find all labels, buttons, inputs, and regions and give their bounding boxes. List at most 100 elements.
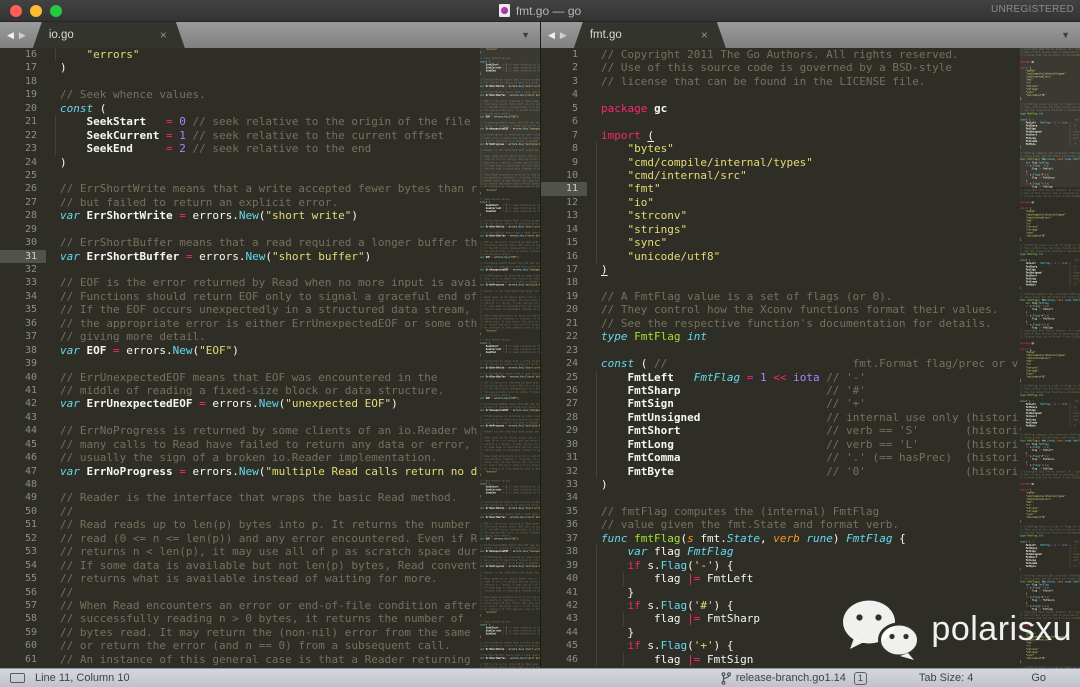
code-line[interactable]: 20// They control how the Xconv function… bbox=[541, 303, 1018, 316]
minimize-window-button[interactable] bbox=[30, 5, 42, 17]
code-line[interactable]: 5package gc bbox=[541, 102, 1018, 115]
code-line[interactable]: 57// When Read encounters an error or en… bbox=[0, 599, 478, 612]
minimap-viewport[interactable] bbox=[1020, 48, 1080, 187]
code-line[interactable]: 12 "io" bbox=[541, 196, 1018, 209]
code-line[interactable]: 39 bbox=[0, 357, 478, 370]
panel-toggle-icon[interactable] bbox=[10, 673, 25, 683]
close-tab-icon[interactable]: × bbox=[701, 29, 708, 41]
code-line[interactable]: 34 bbox=[541, 491, 1018, 504]
code-line[interactable]: 13 "strconv" bbox=[541, 209, 1018, 222]
code-line[interactable]: 27// but failed to return an explicit er… bbox=[0, 196, 478, 209]
code-line[interactable]: 1// Copyright 2011 The Go Authors. All r… bbox=[541, 48, 1018, 61]
code-line[interactable]: 28 FmtUnsigned // internal use only (his… bbox=[541, 411, 1018, 424]
zoom-window-button[interactable] bbox=[50, 5, 62, 17]
code-line[interactable]: 29 bbox=[0, 223, 478, 236]
code-line[interactable]: 38var EOF = errors.New("EOF") bbox=[0, 344, 478, 357]
code-area[interactable]: 16 "errors"17)1819// Seek whence values.… bbox=[0, 48, 478, 668]
code-line[interactable]: 48 bbox=[0, 478, 478, 491]
tab-io-go[interactable]: io.go × bbox=[33, 22, 185, 48]
code-line[interactable]: 2// Use of this source code is governed … bbox=[541, 61, 1018, 74]
code-line[interactable]: 4 bbox=[541, 88, 1018, 101]
nav-forward-icon[interactable]: ▶ bbox=[19, 30, 26, 41]
code-line[interactable]: 8 "bytes" bbox=[541, 142, 1018, 155]
code-line[interactable]: 37func fmtFlag(s fmt.State, verb rune) F… bbox=[541, 532, 1018, 545]
code-line[interactable]: 37// giving more detail. bbox=[0, 330, 478, 343]
code-line[interactable]: 15 "sync" bbox=[541, 236, 1018, 249]
code-line[interactable]: 30 FmtLong // verb == 'L' (historic: l f… bbox=[541, 438, 1018, 451]
code-line[interactable]: 39 if s.Flag('-') { bbox=[541, 559, 1018, 572]
code-line[interactable]: 25 FmtLeft FmtFlag = 1 << iota // '-' bbox=[541, 371, 1018, 384]
code-line[interactable]: 23 SeekEnd = 2 // seek relative to the e… bbox=[0, 142, 478, 155]
code-line[interactable]: 25 bbox=[0, 169, 478, 182]
code-line[interactable]: 19// A FmtFlag value is a set of flags (… bbox=[541, 290, 1018, 303]
minimap-viewport[interactable] bbox=[480, 48, 540, 187]
code-line[interactable]: 60// or return the error (and n == 0) fr… bbox=[0, 639, 478, 652]
code-line[interactable]: 42 if s.Flag('#') { bbox=[541, 599, 1018, 612]
tab-size-indicator[interactable]: Tab Size: 4 bbox=[919, 672, 973, 684]
code-line[interactable]: 54// If some data is available but not l… bbox=[0, 559, 478, 572]
code-line[interactable]: 33// EOF is the error returned by Read w… bbox=[0, 276, 478, 289]
code-line[interactable]: 32 bbox=[0, 263, 478, 276]
code-line[interactable]: 45 if s.Flag('+') { bbox=[541, 639, 1018, 652]
code-line[interactable]: 56// bbox=[0, 586, 478, 599]
code-line[interactable]: 24) bbox=[0, 156, 478, 169]
code-line[interactable]: 6 bbox=[541, 115, 1018, 128]
code-line[interactable]: 35// fmtFlag computes the (internal) Fmt… bbox=[541, 505, 1018, 518]
close-window-button[interactable] bbox=[10, 5, 22, 17]
code-line[interactable]: 9 "cmd/compile/internal/types" bbox=[541, 156, 1018, 169]
code-line[interactable]: 17) bbox=[0, 61, 478, 74]
editor-left[interactable]: 16 "errors"17)1819// Seek whence values.… bbox=[0, 48, 540, 668]
code-line[interactable]: 40 flag |= FmtLeft bbox=[541, 572, 1018, 585]
title-bar[interactable]: fmt.go — go UNREGISTERED bbox=[0, 0, 1080, 22]
tab-fmt-go[interactable]: fmt.go × bbox=[574, 22, 726, 48]
code-line[interactable]: 11 "fmt" bbox=[541, 182, 1018, 195]
code-line[interactable]: 47var ErrNoProgress = errors.New("multip… bbox=[0, 465, 478, 478]
code-line[interactable]: 59// bytes read. It may return the (non-… bbox=[0, 626, 478, 639]
cursor-position[interactable]: Line 11, Column 10 bbox=[35, 672, 130, 684]
code-line[interactable]: 52// read (0 <= n <= len(p)) and any err… bbox=[0, 532, 478, 545]
code-line[interactable]: 51// Read reads up to len(p) bytes into … bbox=[0, 518, 478, 531]
code-line[interactable]: 45// many calls to Read have failed to r… bbox=[0, 438, 478, 451]
code-line[interactable]: 18 bbox=[0, 75, 478, 88]
code-line[interactable]: 32 FmtByte // '0' (historic: h flag) bbox=[541, 465, 1018, 478]
code-line[interactable]: 22type FmtFlag int bbox=[541, 330, 1018, 343]
code-line[interactable]: 10 "cmd/internal/src" bbox=[541, 169, 1018, 182]
code-line[interactable]: 41 } bbox=[541, 586, 1018, 599]
tab-overflow-dropdown-icon[interactable]: ▼ bbox=[1061, 22, 1070, 48]
close-tab-icon[interactable]: × bbox=[160, 29, 167, 41]
code-line[interactable]: 44 } bbox=[541, 626, 1018, 639]
minimap[interactable]: "errors")// Seek whence values.const ( S… bbox=[480, 48, 540, 668]
code-line[interactable]: 43 bbox=[0, 411, 478, 424]
nav-back-icon[interactable]: ◀ bbox=[7, 30, 14, 41]
code-area[interactable]: 1// Copyright 2011 The Go Authors. All r… bbox=[541, 48, 1018, 668]
code-line[interactable]: 38 var flag FmtFlag bbox=[541, 545, 1018, 558]
code-line[interactable]: 30// ErrShortBuffer means that a read re… bbox=[0, 236, 478, 249]
code-line[interactable]: 42var ErrUnexpectedEOF = errors.New("une… bbox=[0, 397, 478, 410]
code-line[interactable]: 61// An instance of this general case is… bbox=[0, 653, 478, 666]
code-line[interactable]: 36// the appropriate error is either Err… bbox=[0, 317, 478, 330]
code-line[interactable]: 31 FmtComma // '.' (== hasPrec) (histori… bbox=[541, 451, 1018, 464]
code-line[interactable]: 36// value given the fmt.State and forma… bbox=[541, 518, 1018, 531]
code-line[interactable]: 21 SeekStart = 0 // seek relative to the… bbox=[0, 115, 478, 128]
code-line[interactable]: 27 FmtSign // '+' bbox=[541, 397, 1018, 410]
code-line[interactable]: 14 "strings" bbox=[541, 223, 1018, 236]
code-line[interactable]: 23 bbox=[541, 344, 1018, 357]
minimap[interactable]: // Copyright 2011 The Go Authors. All ri… bbox=[1020, 48, 1080, 668]
code-line[interactable]: 21// See the respective function's docum… bbox=[541, 317, 1018, 330]
code-line[interactable]: 19// Seek whence values. bbox=[0, 88, 478, 101]
code-line[interactable]: 55// returns what is available instead o… bbox=[0, 572, 478, 585]
code-line[interactable]: 49// Reader is the interface that wraps … bbox=[0, 491, 478, 504]
git-branch-status[interactable]: release-branch.go1.14 1 bbox=[720, 672, 867, 685]
code-line[interactable]: 35// If the EOF occurs unexpectedly in a… bbox=[0, 303, 478, 316]
code-line[interactable]: 33) bbox=[541, 478, 1018, 491]
code-line[interactable]: 58// successfully reading n > 0 bytes, i… bbox=[0, 612, 478, 625]
editor-right[interactable]: 1// Copyright 2011 The Go Authors. All r… bbox=[541, 48, 1080, 668]
code-line[interactable]: 26 FmtSharp // '#' bbox=[541, 384, 1018, 397]
code-line[interactable]: 50// bbox=[0, 505, 478, 518]
code-line[interactable]: 46// usually the sign of a broken io.Rea… bbox=[0, 451, 478, 464]
code-line[interactable]: 44// ErrNoProgress is returned by some c… bbox=[0, 424, 478, 437]
code-line[interactable]: 24const ( // fmt.Format flag/prec or ver… bbox=[541, 357, 1018, 370]
code-line[interactable]: 43 flag |= FmtSharp bbox=[541, 612, 1018, 625]
tab-overflow-dropdown-icon[interactable]: ▼ bbox=[521, 22, 530, 48]
code-line[interactable]: 16 "errors" bbox=[0, 48, 478, 61]
